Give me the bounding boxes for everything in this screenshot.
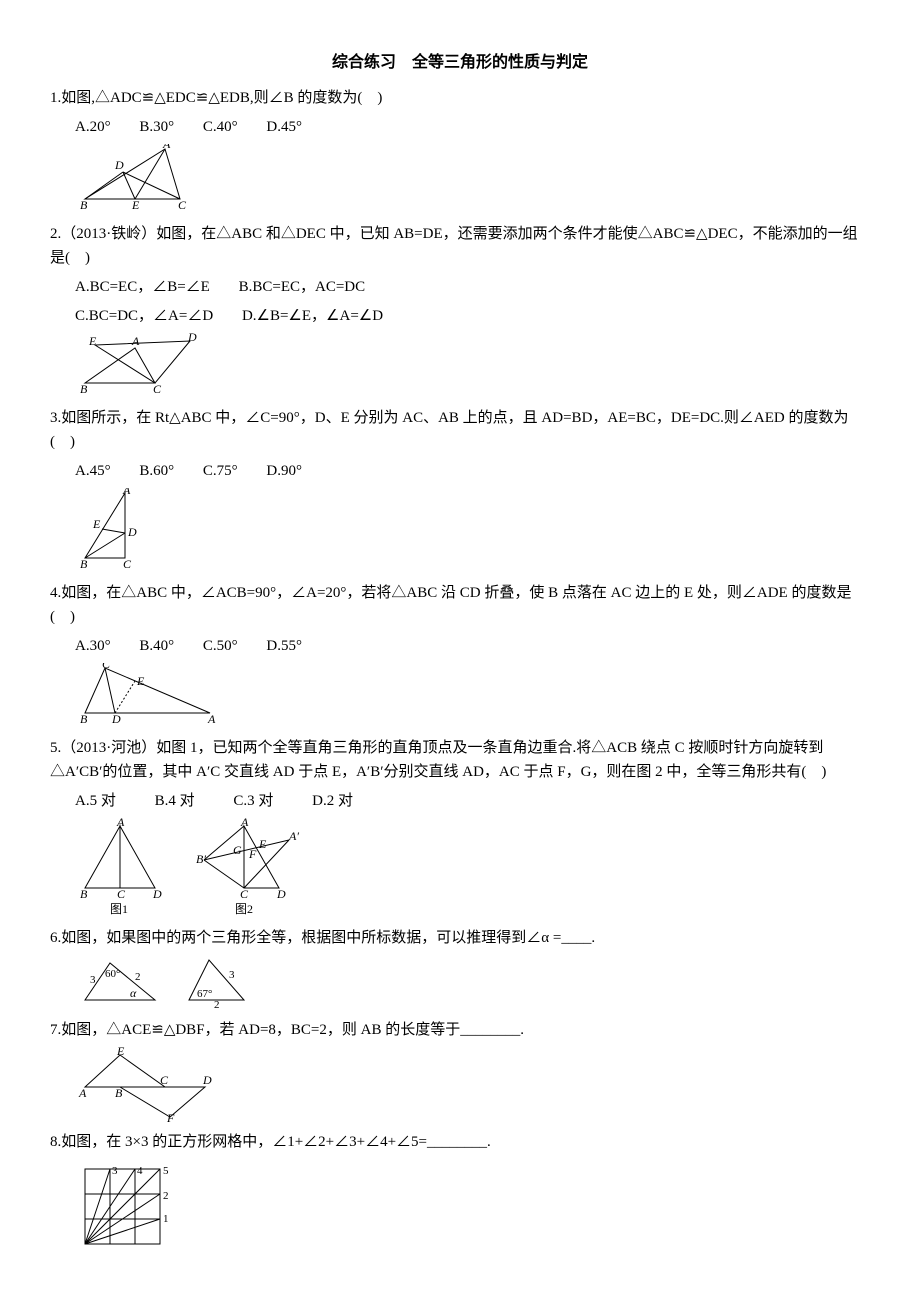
q4-options: A.30° B.40° C.50° D.55° bbox=[50, 634, 870, 658]
svg-text:D: D bbox=[152, 887, 162, 901]
svg-text:E: E bbox=[136, 674, 145, 688]
svg-text:D: D bbox=[114, 158, 124, 172]
svg-text:C: C bbox=[240, 887, 249, 901]
svg-text:D: D bbox=[111, 712, 121, 726]
q3-option-a: A.45° bbox=[75, 463, 111, 479]
q6-figure: 60° 3 2 α 3 67° 2 bbox=[50, 955, 870, 1010]
svg-text:1: 1 bbox=[163, 1213, 169, 1225]
svg-text:A: A bbox=[78, 1086, 87, 1100]
q3-figure: A B C D E bbox=[50, 488, 870, 573]
q3-option-c: C.75° bbox=[203, 463, 238, 479]
q3-options: A.45° B.60° C.75° D.90° bbox=[50, 459, 870, 483]
q2-options-row1: A.BC=EC，∠B=∠E B.BC=EC，AC=DC bbox=[50, 275, 870, 299]
question-6: 6.如图，如果图中的两个三角形全等，根据图中所标数据，可以推理得到∠α =___… bbox=[50, 926, 870, 950]
q1-option-a: A.20° bbox=[75, 119, 111, 135]
q2-option-b: B.BC=EC，AC=DC bbox=[239, 279, 366, 295]
svg-text:B: B bbox=[80, 712, 88, 726]
svg-text:D: D bbox=[187, 333, 197, 344]
svg-text:B: B bbox=[80, 887, 88, 901]
svg-text:60°: 60° bbox=[105, 968, 120, 980]
q5-option-a: A.5 对 bbox=[75, 793, 116, 809]
q2-option-c: C.BC=DC，∠A=∠D bbox=[75, 308, 213, 324]
svg-text:A: A bbox=[207, 712, 216, 726]
svg-text:E: E bbox=[88, 334, 97, 348]
q5-option-c: C.3 对 bbox=[233, 793, 273, 809]
q5-figure: A B C D 图1 A A′ B′ C D E F G 图2 bbox=[50, 818, 870, 918]
question-7: 7.如图，△ACE≌△DBF，若 AD=8，BC=2，则 AB 的长度等于___… bbox=[50, 1018, 870, 1042]
svg-text:E: E bbox=[131, 198, 140, 212]
svg-text:A: A bbox=[131, 334, 140, 348]
svg-text:E: E bbox=[258, 837, 267, 851]
svg-text:A: A bbox=[162, 144, 171, 151]
svg-text:4: 4 bbox=[137, 1165, 143, 1177]
q3-option-d: D.90° bbox=[266, 463, 302, 479]
q4-option-c: C.50° bbox=[203, 638, 238, 654]
svg-text:E: E bbox=[92, 517, 101, 531]
svg-text:F: F bbox=[248, 847, 257, 861]
question-8: 8.如图，在 3×3 的正方形网格中，∠1+∠2+∠3+∠4+∠5=______… bbox=[50, 1130, 870, 1154]
svg-text:C: C bbox=[123, 557, 132, 571]
q5-fig1-caption: 图1 bbox=[110, 902, 128, 916]
q1-option-d: D.45° bbox=[266, 119, 302, 135]
svg-text:C: C bbox=[178, 198, 187, 212]
q5-option-b: B.4 对 bbox=[155, 793, 195, 809]
q4-option-b: B.40° bbox=[139, 638, 174, 654]
svg-text:A: A bbox=[122, 488, 131, 497]
svg-text:G: G bbox=[233, 843, 242, 857]
svg-text:2: 2 bbox=[214, 999, 220, 1010]
svg-text:C: C bbox=[102, 663, 111, 671]
question-4: 4.如图，在△ABC 中，∠ACB=90°，∠A=20°，若将△ABC 沿 CD… bbox=[50, 581, 870, 629]
question-3: 3.如图所示，在 Rt△ABC 中，∠C=90°，D、E 分别为 AC、AB 上… bbox=[50, 406, 870, 454]
page-title: 综合练习 全等三角形的性质与判定 bbox=[50, 50, 870, 76]
svg-text:A: A bbox=[240, 818, 249, 829]
svg-text:2: 2 bbox=[135, 971, 141, 983]
svg-text:B: B bbox=[115, 1086, 123, 1100]
question-2: 2.（2013·铁岭）如图，在△ABC 和△DEC 中，已知 AB=DE，还需要… bbox=[50, 222, 870, 270]
svg-text:C: C bbox=[160, 1073, 169, 1087]
q1-figure: A D B E C bbox=[50, 144, 870, 214]
svg-text:D: D bbox=[276, 887, 286, 901]
svg-text:A: A bbox=[116, 818, 125, 829]
svg-text:67°: 67° bbox=[197, 988, 212, 1000]
q2-option-a: A.BC=EC，∠B=∠E bbox=[75, 279, 210, 295]
q4-figure: B C A D E bbox=[50, 663, 870, 728]
svg-text:α: α bbox=[130, 986, 137, 1000]
q4-option-d: D.55° bbox=[266, 638, 302, 654]
q5-options: A.5 对 B.4 对 C.3 对 D.2 对 bbox=[50, 789, 870, 813]
q2-option-d: D.∠B=∠E，∠A=∠D bbox=[242, 308, 383, 324]
q1-options: A.20° B.30° C.40° D.45° bbox=[50, 115, 870, 139]
svg-text:A′: A′ bbox=[288, 829, 299, 843]
svg-text:E: E bbox=[116, 1047, 125, 1058]
svg-text:B: B bbox=[80, 382, 88, 396]
q3-option-b: B.60° bbox=[139, 463, 174, 479]
q2-figure: B C A E D bbox=[50, 333, 870, 398]
svg-text:B: B bbox=[80, 557, 88, 571]
question-1: 1.如图,△ADC≌△EDC≌△EDB,则∠B 的度数为( ) bbox=[50, 86, 870, 110]
svg-text:B: B bbox=[80, 198, 88, 212]
q1-option-c: C.40° bbox=[203, 119, 238, 135]
svg-text:D: D bbox=[127, 525, 137, 539]
svg-text:2: 2 bbox=[163, 1190, 169, 1202]
svg-text:5: 5 bbox=[163, 1165, 169, 1177]
svg-text:C: C bbox=[117, 887, 126, 901]
question-5: 5.（2013·河池）如图 1，已知两个全等直角三角形的直角顶点及一条直角边重合… bbox=[50, 736, 870, 784]
q7-figure: A B C D E F bbox=[50, 1047, 870, 1122]
q2-options-row2: C.BC=DC，∠A=∠D D.∠B=∠E，∠A=∠D bbox=[50, 304, 870, 328]
svg-text:C: C bbox=[153, 382, 162, 396]
svg-text:F: F bbox=[166, 1111, 175, 1122]
svg-text:B′: B′ bbox=[196, 852, 206, 866]
q8-figure: 5 4 3 2 1 bbox=[50, 1159, 870, 1249]
svg-text:D: D bbox=[202, 1073, 212, 1087]
q5-fig2-caption: 图2 bbox=[235, 902, 253, 916]
svg-text:3: 3 bbox=[90, 974, 96, 986]
q5-option-d: D.2 对 bbox=[312, 793, 353, 809]
q1-option-b: B.30° bbox=[139, 119, 174, 135]
q4-option-a: A.30° bbox=[75, 638, 111, 654]
svg-text:3: 3 bbox=[112, 1165, 118, 1177]
svg-text:3: 3 bbox=[229, 969, 235, 981]
